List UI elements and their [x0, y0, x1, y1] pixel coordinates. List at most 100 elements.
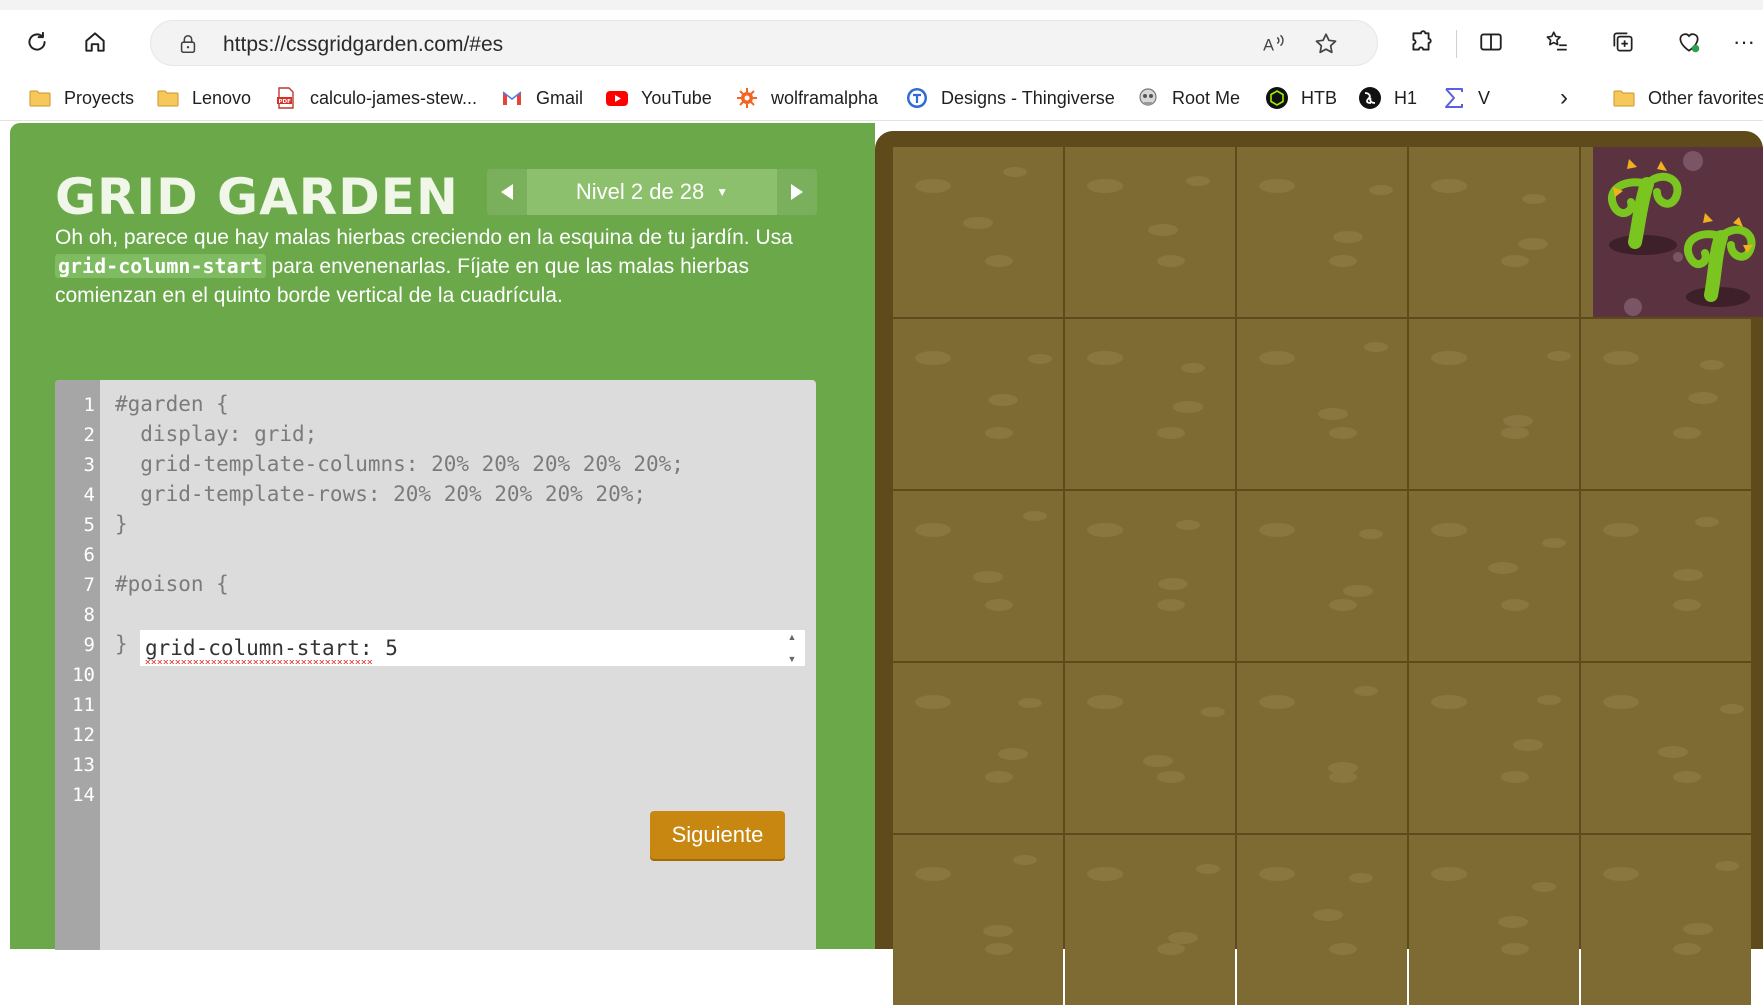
h1-icon [1358, 86, 1382, 110]
arrow-up-icon: ▲ [787, 632, 797, 642]
code-line: } [115, 632, 128, 656]
line-number: 3 [83, 454, 95, 476]
garden-cell [893, 491, 1063, 661]
bookmark-thingiverse[interactable]: Designs - Thingiverse [905, 83, 1115, 113]
bookmark-v[interactable]: V [1442, 83, 1490, 113]
wolfram-icon [735, 86, 759, 110]
line-number: 10 [72, 664, 95, 686]
url-text[interactable]: https://cssgridgarden.com/#es [223, 33, 503, 57]
spellcheck-underline [145, 660, 373, 664]
garden-cell [893, 835, 1063, 1005]
garden-cell [893, 147, 1063, 317]
lock-icon[interactable] [177, 33, 199, 55]
htb-icon [1265, 86, 1289, 110]
garden-cell [1237, 319, 1407, 489]
browser-toolbar: https://cssgridgarden.com/#es A ··· [0, 10, 1763, 75]
code-editor: 1 2 3 4 5 6 7 8 9 10 11 12 13 14 #garden { display: g… [55, 380, 816, 950]
favorite-star-icon[interactable] [1313, 31, 1339, 57]
home-button[interactable] [76, 23, 114, 61]
bookmark-rootme[interactable]: Root Me [1136, 83, 1240, 113]
garden-cell [1065, 147, 1235, 317]
address-bar[interactable]: https://cssgridgarden.com/#es A [150, 20, 1378, 66]
bookmark-label: Proyects [64, 87, 135, 108]
rootme-icon [1136, 86, 1160, 110]
bookmark-h1[interactable]: H1 [1358, 83, 1417, 113]
bookmark-other-favorites[interactable]: Other favorites [1612, 83, 1763, 113]
browser-essentials-button[interactable] [1670, 23, 1708, 61]
bookmark-gmail[interactable]: Gmail [500, 83, 583, 113]
refresh-button[interactable] [18, 23, 56, 61]
bookmark-htb[interactable]: HTB [1265, 83, 1337, 113]
browser-top-strip [0, 0, 1763, 10]
garden-frame [875, 131, 1763, 1005]
garden-cell [1581, 663, 1751, 833]
code-line: } [115, 512, 128, 536]
toolbar-divider [1456, 30, 1457, 58]
bookmark-label: V [1478, 87, 1491, 108]
thingiverse-icon [905, 86, 929, 110]
code-line: grid-template-columns: 20% 20% 20% 20% 2… [115, 452, 684, 476]
split-screen-icon [1480, 33, 1502, 51]
folder-icon [1612, 86, 1636, 110]
pdf-icon: PDF [274, 86, 298, 110]
garden-cell [1409, 491, 1579, 661]
bookmark-proyects[interactable]: Proyects [28, 83, 134, 113]
line-number: 11 [72, 694, 95, 716]
page-content: GRID GARDEN Nivel 2 de 28 ▼ Oh oh, parec… [0, 121, 1763, 1005]
extensions-button[interactable] [1402, 23, 1440, 61]
level-dropdown[interactable]: Nivel 2 de 28 ▼ [527, 169, 777, 215]
favorites-list-icon [1546, 31, 1567, 51]
bookmark-label: Designs - Thingiverse [941, 87, 1115, 108]
game-title: GRID GARDEN [55, 168, 459, 226]
garden-cell [1409, 147, 1579, 317]
bookmark-label: Gmail [536, 87, 584, 108]
chevron-right-icon: › [1560, 84, 1568, 111]
bookmark-label: Lenovo [192, 87, 252, 108]
line-number: 2 [83, 424, 95, 446]
instructions-text: Oh oh, parece que hay malas hierbas crec… [55, 226, 793, 249]
bookmark-youtube[interactable]: YouTube [605, 83, 712, 113]
line-number: 1 [83, 394, 95, 416]
input-spinner[interactable]: ▲ ▼ [785, 632, 799, 664]
next-button[interactable]: Siguiente [650, 811, 785, 859]
level-label: Nivel 2 de 28 [575, 179, 705, 204]
bookmark-label: Root Me [1172, 87, 1241, 108]
next-level-button[interactable] [777, 169, 817, 215]
garden-cell [893, 663, 1063, 833]
bookmark-label: H1 [1394, 87, 1418, 108]
svg-text:PDF: PDF [279, 99, 292, 105]
garden-cell [1581, 319, 1751, 489]
bookmark-calculo[interactable]: PDF calculo-james-stew... [274, 83, 477, 113]
folder-icon [156, 86, 180, 110]
code-line: #poison { [115, 572, 229, 596]
gmail-icon [500, 86, 524, 110]
line-number: 13 [72, 754, 95, 776]
weed-icon [1607, 151, 1756, 316]
collections-button[interactable] [1604, 23, 1642, 61]
bookmarks-overflow-button[interactable]: › [1560, 83, 1568, 113]
previous-level-button[interactable] [487, 169, 527, 215]
home-icon [85, 32, 105, 52]
read-aloud-icon[interactable]: A [1261, 31, 1287, 57]
bookmark-lenovo[interactable]: Lenovo [156, 83, 251, 113]
split-screen-button[interactable] [1472, 23, 1510, 61]
bookmark-label: HTB [1301, 87, 1337, 108]
garden-cell [1409, 663, 1579, 833]
triangle-right-icon [791, 184, 803, 200]
garden-cell [1065, 319, 1235, 489]
line-number: 6 [83, 544, 95, 566]
favorites-button[interactable] [1538, 23, 1576, 61]
instructions: Oh oh, parece que hay malas hierbas crec… [55, 223, 825, 310]
bookmark-label: calculo-james-stew... [310, 87, 478, 108]
garden-cell [1237, 147, 1407, 317]
garden-cell [1237, 835, 1407, 1005]
bookmark-label: wolframalpha [771, 87, 879, 108]
garden-cell [1581, 835, 1751, 1005]
bookmark-wolframalpha[interactable]: wolframalpha [735, 83, 878, 113]
garden-cell [1237, 663, 1407, 833]
sigma-icon [1442, 86, 1466, 110]
line-number: 14 [72, 784, 95, 806]
refresh-icon [28, 31, 46, 51]
more-menu-button[interactable]: ··· [1725, 23, 1763, 61]
weed-cell [1593, 147, 1763, 317]
